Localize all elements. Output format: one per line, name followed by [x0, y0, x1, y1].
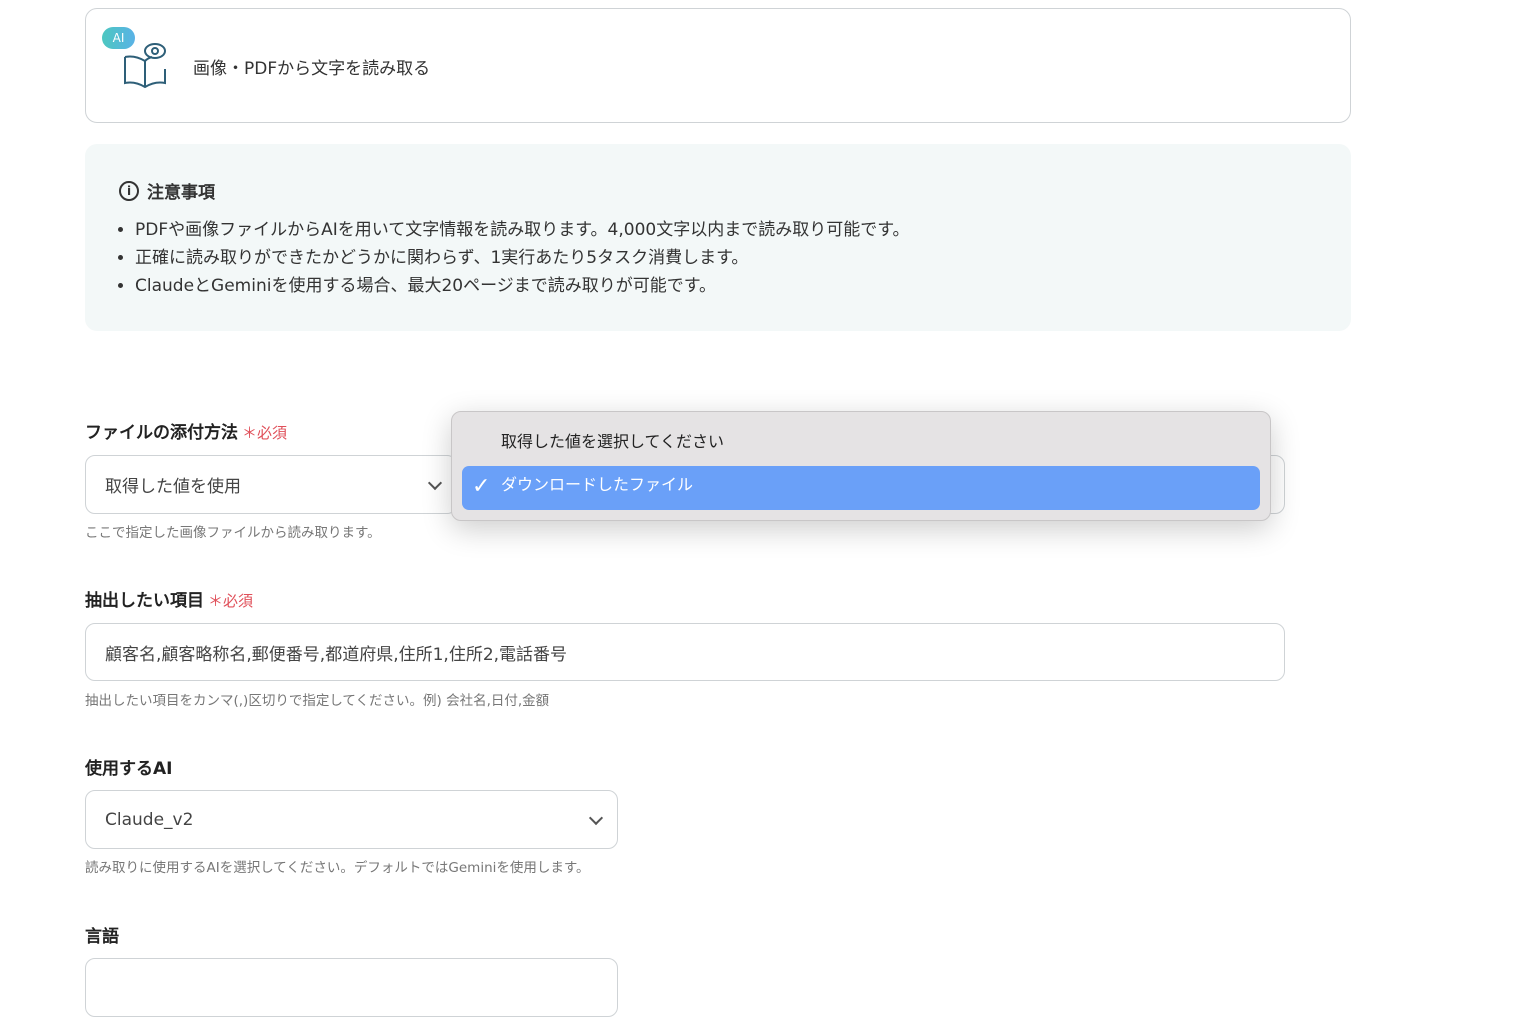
- notice-item: ClaudeとGeminiを使用する場合、最大20ページまで読み取りが可能です。: [135, 272, 910, 300]
- info-icon: i: [119, 180, 139, 201]
- file-label: ファイルの添付方法 ＊必須: [85, 423, 288, 443]
- book-eye-icon: [124, 43, 166, 89]
- chevron-down-icon: [427, 475, 443, 490]
- file-method-select[interactable]: 取得した値を使用: [85, 455, 457, 514]
- language-label: 言語: [85, 927, 119, 947]
- extract-help: 抽出したい項目をカンマ(,)区切りで指定してください。例) 会社名,日付,金額: [85, 693, 550, 709]
- action-title: 画像・PDFから文字を読み取る: [193, 59, 431, 79]
- dropdown-option-selected[interactable]: ✓ ダウンロードしたファイル: [462, 466, 1260, 510]
- required-badge: ＊必須: [242, 424, 288, 442]
- ai-label: 使用するAI: [85, 759, 173, 779]
- notice-item: 正確に読み取りができたかどうかに関わらず、1実行あたり5タスク消費します。: [135, 244, 910, 272]
- notice-item: PDFや画像ファイルからAIを用いて文字情報を読み取ります。4,000文字以内ま…: [135, 216, 910, 244]
- required-badge: ＊必須: [208, 592, 254, 610]
- file-dropdown-menu: 取得した値を選択してください ✓ ダウンロードしたファイル: [451, 411, 1271, 521]
- notice-title: 注意事項: [147, 183, 215, 203]
- language-select[interactable]: [85, 958, 618, 1017]
- extract-label: 抽出したい項目 ＊必須: [85, 591, 254, 611]
- dropdown-option[interactable]: 取得した値を選択してください: [501, 428, 724, 452]
- checkmark-icon: ✓: [472, 474, 491, 499]
- extract-fields-input[interactable]: 顧客名,顧客略称名,郵便番号,都道府県,住所1,住所2,電話番号: [85, 623, 1285, 681]
- ai-help: 読み取りに使用するAIを選択してください。デフォルトではGeminiを使用します…: [85, 860, 590, 876]
- notice-box: i 注意事項 PDFや画像ファイルからAIを用いて文字情報を読み取ります。4,00…: [85, 144, 1351, 331]
- chevron-down-icon: [588, 810, 604, 825]
- action-card: AI 画像・PDFから文字を読み取る: [85, 8, 1351, 123]
- ai-select[interactable]: Claude_v2: [85, 790, 618, 849]
- file-help: ここで指定した画像ファイルから読み取ります。: [85, 525, 381, 541]
